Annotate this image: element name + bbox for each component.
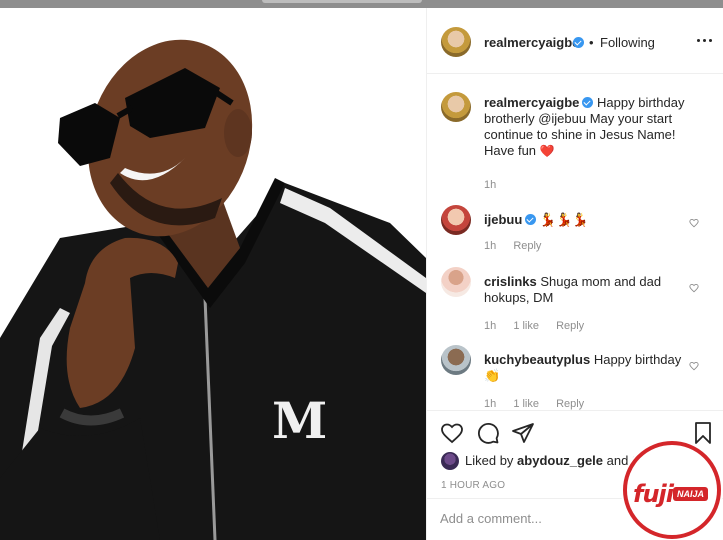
commenter-avatar[interactable] <box>441 205 471 235</box>
commenter-avatar[interactable] <box>441 267 471 297</box>
svg-text:M: M <box>272 391 327 450</box>
comment-username[interactable]: ijebuu <box>484 212 522 227</box>
caption-username[interactable]: realmercyaigbe <box>484 95 579 110</box>
dancer-emojis: 💃💃💃 <box>539 212 589 227</box>
share-paper-plane-icon[interactable] <box>511 421 535 445</box>
comment-time[interactable]: 1h <box>484 398 496 410</box>
commenter-avatar[interactable] <box>441 345 471 375</box>
post-photo[interactable]: M <box>0 8 426 540</box>
comment-body: kuchybeautyplus Happy birthday 👏 <box>484 352 689 384</box>
liked-by-prefix: Liked by <box>465 453 514 468</box>
post-header: realmercyaigbe • Following <box>427 8 723 74</box>
verified-badge-icon <box>573 37 584 48</box>
browser-top-bar <box>0 0 723 8</box>
red-heart-emoji: ❤️ <box>539 144 555 158</box>
add-comment-input[interactable] <box>440 511 640 526</box>
reply-button[interactable]: Reply <box>513 240 541 252</box>
comment-meta: 1h 1 like Reply <box>484 320 598 332</box>
author-username[interactable]: realmercyaigbe <box>484 35 579 50</box>
comment-meta: 1h 1 like Reply <box>484 398 598 410</box>
like-comment-heart-icon[interactable] <box>689 283 699 293</box>
post-timestamp[interactable]: 1 HOUR AGO <box>441 480 505 491</box>
like-heart-icon[interactable] <box>440 421 464 445</box>
comment-username[interactable]: kuchybeautyplus <box>484 352 590 367</box>
save-bookmark-icon[interactable] <box>691 421 715 445</box>
like-comment-heart-icon[interactable] <box>689 218 699 228</box>
comments-list[interactable]: realmercyaigbe Happy birthday brotherly … <box>427 74 723 410</box>
author-avatar[interactable] <box>441 27 471 57</box>
reply-button[interactable]: Reply <box>556 398 584 410</box>
fuji-naija-watermark-logo: fuji NAIJA <box>623 441 721 539</box>
more-options-icon[interactable] <box>695 32 715 48</box>
comment-body: ijebuu 💃💃💃 <box>484 212 689 228</box>
man-in-sunglasses-illustration: M <box>0 39 426 540</box>
watermark-tag: NAIJA <box>673 487 709 501</box>
comment-body: crislinks Shuga mom and dad hokups, DM <box>484 274 689 306</box>
caption-body: realmercyaigbe Happy birthday brotherly … <box>484 95 709 159</box>
comment-bubble-icon[interactable] <box>476 421 500 445</box>
separator-dot: • <box>589 35 594 50</box>
clapping-emoji: 👏 <box>484 368 501 383</box>
like-comment-heart-icon[interactable] <box>689 361 699 371</box>
verified-badge-icon <box>582 97 594 108</box>
watermark-brand: fuji <box>633 480 674 508</box>
comment-username[interactable]: crislinks <box>484 274 537 289</box>
likes-count[interactable]: 1 like <box>513 320 539 332</box>
verified-badge-icon <box>525 214 537 225</box>
caption-time[interactable]: 1h <box>484 179 496 191</box>
comment-meta: 1h Reply <box>484 240 555 252</box>
comment-text: Happy birthday <box>593 352 682 367</box>
following-button[interactable]: Following <box>600 35 655 50</box>
top-bar-handle <box>262 0 422 3</box>
liked-by-user[interactable]: abydouz_gele <box>517 453 603 468</box>
likes-count[interactable]: 1 like <box>513 398 539 410</box>
comment-time[interactable]: 1h <box>484 320 496 332</box>
liker-avatar[interactable] <box>441 452 459 470</box>
reply-button[interactable]: Reply <box>556 320 584 332</box>
caption-meta: 1h <box>484 179 510 191</box>
comment-time[interactable]: 1h <box>484 240 496 252</box>
caption-avatar[interactable] <box>441 92 471 122</box>
